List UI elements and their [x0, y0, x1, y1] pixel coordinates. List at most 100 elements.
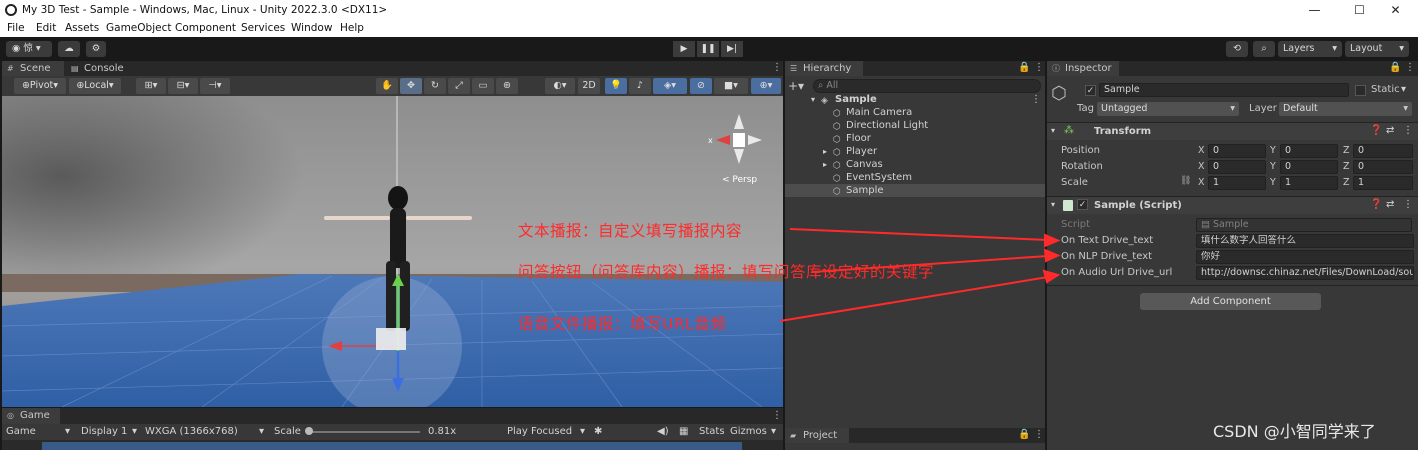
rotation-x-field[interactable]: 0 [1208, 160, 1266, 174]
step-button[interactable]: ▶| [721, 41, 743, 57]
shading-mode-icon[interactable]: ◐▾ [545, 78, 575, 94]
axis-y-label[interactable]: Y [1270, 161, 1276, 172]
game-kebab-icon[interactable]: ⋮ [772, 410, 782, 421]
hierarchy-item-canvas[interactable]: ▸ ⬡ Canvas [785, 158, 1045, 171]
scene-view[interactable]: x < Persp [2, 96, 783, 407]
minimize-button[interactable]: — [1292, 0, 1337, 21]
history-icon[interactable]: ⟲ [1226, 41, 1248, 57]
mute-audio-icon[interactable]: ◀) [657, 426, 669, 437]
hand-tool-icon[interactable]: ✋ [376, 78, 398, 94]
layer-dropdown[interactable]: Default [1279, 102, 1412, 116]
game-mode-dropdown[interactable]: Game [6, 426, 36, 437]
hierarchy-item-directional-light[interactable]: ⬡ Directional Light [785, 119, 1045, 132]
grid-snap-icon[interactable]: ⊞▾ [136, 78, 166, 94]
menu-edit[interactable]: Edit [36, 22, 56, 34]
script-component-header[interactable]: ▾ ✓ Sample (Script) ❓ ⇄ ⋮ [1047, 197, 1418, 214]
effects-icon[interactable]: ◈▾ [653, 78, 687, 94]
collab-gear-icon[interactable]: ⚙ [86, 41, 106, 57]
axis-z-label[interactable]: Z [1343, 161, 1350, 172]
account-dropdown[interactable]: ◉ 惊 ▾ [6, 41, 52, 57]
expand-arrow-icon[interactable]: ▸ [823, 158, 827, 171]
layers-dropdown[interactable]: Layers ▾ [1278, 41, 1342, 57]
help-icon[interactable]: ❓ [1370, 125, 1382, 136]
scale-slider-track[interactable] [308, 431, 420, 433]
hierarchy-item-sample[interactable]: ⬡ Sample [785, 184, 1045, 197]
pause-button[interactable]: ❚❚ [697, 41, 719, 57]
game-view[interactable] [2, 440, 783, 450]
bug-icon[interactable]: ✱ [594, 426, 602, 437]
active-checkbox[interactable]: ✓ [1085, 85, 1096, 96]
scale-x-field[interactable]: 1 [1208, 176, 1266, 190]
play-focused-dropdown[interactable]: Play Focused [507, 426, 572, 437]
link-icon[interactable]: ⛓ [1180, 176, 1191, 186]
on-audio-url-drive-field[interactable]: http://downsc.chinaz.net/Files/DownLoad/… [1196, 266, 1414, 280]
position-x-field[interactable]: 0 [1208, 144, 1266, 158]
menu-component[interactable]: Component [175, 22, 236, 34]
static-checkbox[interactable] [1355, 85, 1366, 96]
scale-y-field[interactable]: 1 [1280, 176, 1338, 190]
persp-label[interactable]: < Persp [722, 175, 757, 185]
rect-tool-icon[interactable]: ▭ [472, 78, 494, 94]
position-y-field[interactable]: 0 [1280, 144, 1338, 158]
grid-visibility-icon[interactable]: ⊟▾ [168, 78, 198, 94]
rotate-tool-icon[interactable]: ↻ [424, 78, 446, 94]
tab-project[interactable]: ▰ Project [785, 428, 849, 443]
script-enabled-checkbox[interactable]: ✓ [1077, 199, 1088, 210]
help-icon[interactable]: ❓ [1370, 199, 1382, 210]
gizmos-icon[interactable]: ⊕▾ [751, 78, 781, 94]
project-lock-icon[interactable]: 🔒 [1018, 429, 1030, 440]
rotation-z-field[interactable]: 0 [1353, 160, 1413, 174]
on-nlp-drive-field[interactable]: 你好 [1196, 250, 1414, 264]
create-plus-icon[interactable]: +▾ [788, 79, 804, 93]
hierarchy-kebab-icon[interactable]: ⋮ [1034, 62, 1044, 73]
axis-x-label[interactable]: X [1198, 177, 1205, 188]
presets-icon[interactable]: ⇄ [1386, 199, 1394, 210]
transform-tool-icon[interactable]: ⊛ [496, 78, 518, 94]
menu-assets[interactable]: Assets [65, 22, 99, 34]
hierarchy-scene-row[interactable]: ▾ ◈ Sample ⋮ [785, 93, 1045, 106]
menu-help[interactable]: Help [340, 22, 364, 34]
expand-arrow-icon[interactable]: ▸ [823, 145, 827, 158]
scene-kebab-icon[interactable]: ⋮ [1031, 93, 1041, 106]
tab-game[interactable]: ◎ Game [2, 408, 60, 424]
search-icon[interactable]: ⌕ [1253, 41, 1275, 57]
local-dropdown[interactable]: ⊕Local▾ [69, 78, 121, 94]
object-name-field[interactable]: Sample [1099, 83, 1349, 97]
collapse-arrow-icon[interactable]: ▾ [1051, 200, 1055, 209]
mode-2d-button[interactable]: 2D [578, 78, 600, 94]
hierarchy-lock-icon[interactable]: 🔒 [1018, 62, 1030, 73]
rotation-y-field[interactable]: 0 [1280, 160, 1338, 174]
project-kebab-icon[interactable]: ⋮ [1034, 429, 1044, 440]
lighting-icon[interactable]: 💡 [605, 78, 627, 94]
component-kebab-icon[interactable]: ⋮ [1403, 199, 1413, 210]
axis-y-label[interactable]: Y [1270, 177, 1276, 188]
menu-gameobject[interactable]: GameObject [106, 22, 171, 34]
on-text-drive-field[interactable]: 填什么数字人回答什么 [1196, 234, 1414, 248]
scale-z-field[interactable]: 1 [1353, 176, 1413, 190]
add-component-button[interactable]: Add Component [1140, 293, 1321, 310]
axis-y-label[interactable]: Y [1270, 145, 1276, 156]
axis-x-label[interactable]: X [1198, 161, 1205, 172]
scale-slider-handle[interactable] [305, 427, 313, 435]
scene-kebab-icon[interactable]: ⋮ [772, 62, 782, 73]
menu-file[interactable]: File [7, 22, 25, 34]
axis-z-label[interactable]: Z [1343, 177, 1350, 188]
menu-window[interactable]: Window [291, 22, 332, 34]
tab-hierarchy[interactable]: ☰ Hierarchy [785, 61, 863, 76]
pivot-dropdown[interactable]: ⊕Pivot▾ [14, 78, 66, 94]
inspector-kebab-icon[interactable]: ⋮ [1405, 62, 1415, 73]
grid-icon[interactable]: ▦ [679, 426, 688, 437]
tag-dropdown[interactable]: Untagged [1097, 102, 1239, 116]
increment-snap-icon[interactable]: ⊣▾ [200, 78, 230, 94]
hierarchy-search-input[interactable]: ⌕ All [813, 79, 1041, 93]
gizmos-button[interactable]: Gizmos [730, 426, 767, 437]
cloud-icon[interactable]: ☁ [58, 41, 80, 57]
hierarchy-item-main-camera[interactable]: ⬡ Main Camera [785, 106, 1045, 119]
tab-scene[interactable]: # Scene [2, 61, 64, 76]
scene-expand-icon[interactable]: ▾ [811, 93, 815, 106]
axis-z-label[interactable]: Z [1343, 145, 1350, 156]
presets-icon[interactable]: ⇄ [1386, 125, 1394, 136]
stats-button[interactable]: Stats [699, 426, 725, 437]
static-caret[interactable]: ▾ [1401, 84, 1406, 95]
layout-dropdown[interactable]: Layout ▾ [1345, 41, 1409, 57]
